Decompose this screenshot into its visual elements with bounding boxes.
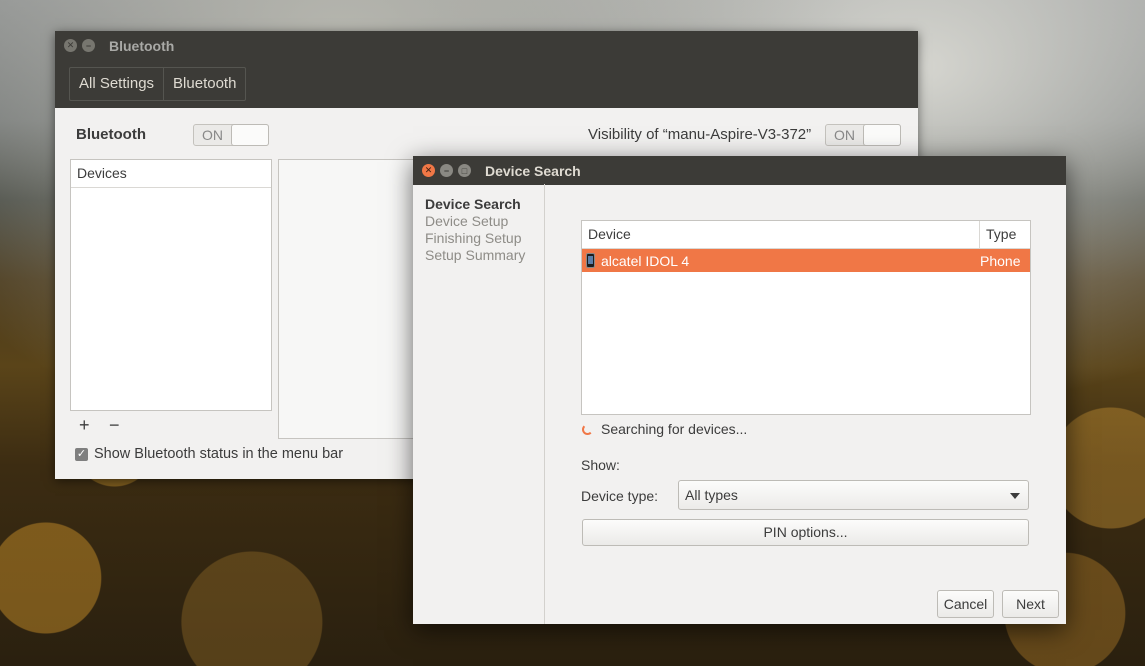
show-status-label: Show Bluetooth status in the menu bar xyxy=(94,446,344,462)
search-status: Searching for devices... xyxy=(582,421,747,437)
dialog-title: Device Search xyxy=(485,162,581,179)
window-titlebar[interactable]: ✕ − Bluetooth xyxy=(55,31,918,60)
column-device[interactable]: Device xyxy=(582,221,980,248)
toolbar: All Settings Bluetooth xyxy=(55,60,918,108)
bluetooth-label: Bluetooth xyxy=(76,126,146,143)
step-device-search: Device Search xyxy=(425,196,521,212)
devices-header: Devices xyxy=(71,160,271,188)
device-type-label: Device type: xyxy=(581,488,659,504)
close-icon[interactable]: ✕ xyxy=(64,39,77,52)
visibility-toggle-label: ON xyxy=(834,127,855,143)
device-detail-panel xyxy=(278,159,420,439)
column-type[interactable]: Type xyxy=(980,221,1030,248)
pin-options-button[interactable]: PIN options... xyxy=(582,519,1029,546)
device-type-select[interactable]: All types xyxy=(678,480,1029,510)
maximize-icon[interactable]: □ xyxy=(458,164,471,177)
toggle-knob xyxy=(863,124,901,146)
step-device-setup: Device Setup xyxy=(425,213,509,229)
breadcrumb-all-settings[interactable]: All Settings xyxy=(70,68,163,100)
minimize-icon[interactable]: − xyxy=(82,39,95,52)
next-button[interactable]: Next xyxy=(1002,590,1059,618)
bluetooth-toggle-label: ON xyxy=(202,127,223,143)
breadcrumb: All Settings Bluetooth xyxy=(69,67,247,101)
step-finishing-setup: Finishing Setup xyxy=(425,230,522,246)
device-name-cell: alcatel IDOL 4 xyxy=(582,253,978,269)
device-list-header: Device Type xyxy=(582,221,1030,249)
visibility-toggle[interactable]: ON xyxy=(825,124,901,146)
table-row[interactable]: alcatel IDOL 4 Phone xyxy=(582,249,1030,272)
dialog-titlebar[interactable]: ✕ − □ Device Search xyxy=(413,156,1066,185)
remove-device-button[interactable]: − xyxy=(109,415,120,436)
show-status-checkbox[interactable]: ✓ xyxy=(75,447,88,461)
device-name: alcatel IDOL 4 xyxy=(601,252,690,269)
assistant-steps: Device Search Device Setup Finishing Set… xyxy=(413,184,545,624)
window-title: Bluetooth xyxy=(109,37,175,54)
visibility-label: Visibility of “manu-Aspire-V3-372” xyxy=(588,126,812,143)
bluetooth-toggle[interactable]: ON xyxy=(193,124,269,146)
device-search-dialog: ✕ − □ Device Search Device Search Device… xyxy=(413,156,1066,624)
add-device-button[interactable]: + xyxy=(79,415,90,436)
minimize-icon[interactable]: − xyxy=(440,164,453,177)
search-status-text: Searching for devices... xyxy=(601,421,748,437)
breadcrumb-bluetooth[interactable]: Bluetooth xyxy=(163,68,245,100)
cancel-button[interactable]: Cancel xyxy=(937,590,994,618)
step-setup-summary: Setup Summary xyxy=(425,247,526,263)
show-label: Show: xyxy=(581,457,620,473)
show-status-row[interactable]: ✓ Show Bluetooth status in the menu bar xyxy=(75,446,343,462)
device-type-value: All types xyxy=(685,487,738,503)
toggle-knob xyxy=(231,124,269,146)
chevron-down-icon xyxy=(1010,493,1020,499)
spinner-icon xyxy=(582,423,593,435)
devices-list[interactable]: Devices xyxy=(70,159,272,411)
device-type-cell: Phone xyxy=(980,252,1021,269)
device-list[interactable]: Device Type alcatel IDOL 4 Phone xyxy=(581,220,1031,415)
phone-icon xyxy=(586,253,595,268)
close-icon[interactable]: ✕ xyxy=(422,164,435,177)
